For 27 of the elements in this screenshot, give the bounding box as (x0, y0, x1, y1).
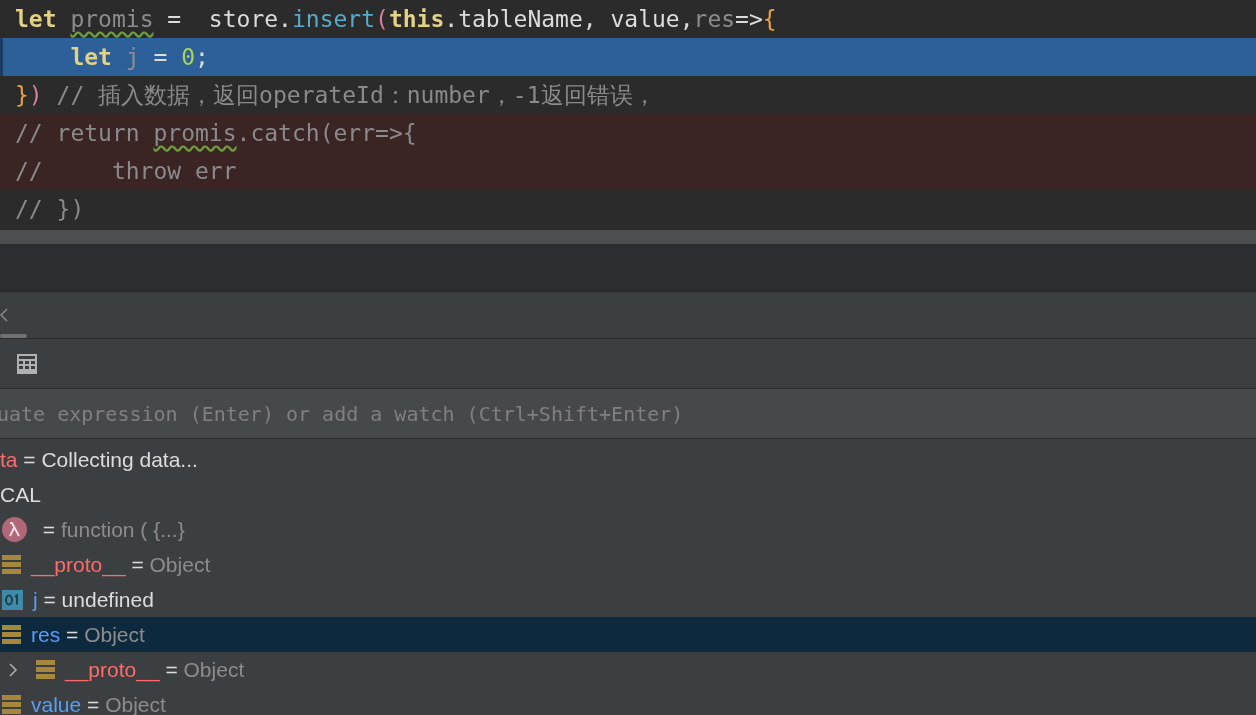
object-icon (2, 555, 21, 574)
variable-text: CAL (0, 482, 41, 507)
chevron-left-icon[interactable] (0, 308, 8, 322)
variable-row[interactable]: CAL (0, 477, 1256, 512)
object-icon (2, 695, 21, 714)
variable-text: __proto__ = Object (31, 552, 211, 577)
variable-row[interactable]: __proto__ = Object (0, 547, 1256, 582)
variable-row[interactable]: value = Object (0, 687, 1256, 715)
variable-row[interactable]: = function ( {...} (0, 512, 1256, 547)
chevron-right-icon[interactable] (8, 661, 18, 678)
variable-row[interactable]: ta = Collecting data... (0, 442, 1256, 477)
scrollbar-thumb[interactable] (0, 334, 27, 338)
variable-text: __proto__ = Object (65, 657, 245, 682)
splitter-bar[interactable] (0, 230, 1256, 246)
variable-text: value = Object (31, 692, 166, 715)
object-icon (2, 625, 21, 644)
calculator-icon[interactable] (17, 353, 37, 374)
variable-row[interactable]: j = undefined (0, 582, 1256, 617)
object-icon (36, 660, 55, 679)
variable-row[interactable]: __proto__ = Object (0, 652, 1256, 687)
variable-row[interactable]: res = Object (0, 617, 1256, 652)
lambda-icon (2, 517, 27, 542)
variable-text: j = undefined (33, 587, 154, 612)
variable-text: = function ( {...} (41, 517, 185, 542)
number-icon (2, 589, 23, 610)
variable-text: ta = Collecting data... (0, 447, 198, 472)
variable-text: res = Object (31, 622, 145, 647)
